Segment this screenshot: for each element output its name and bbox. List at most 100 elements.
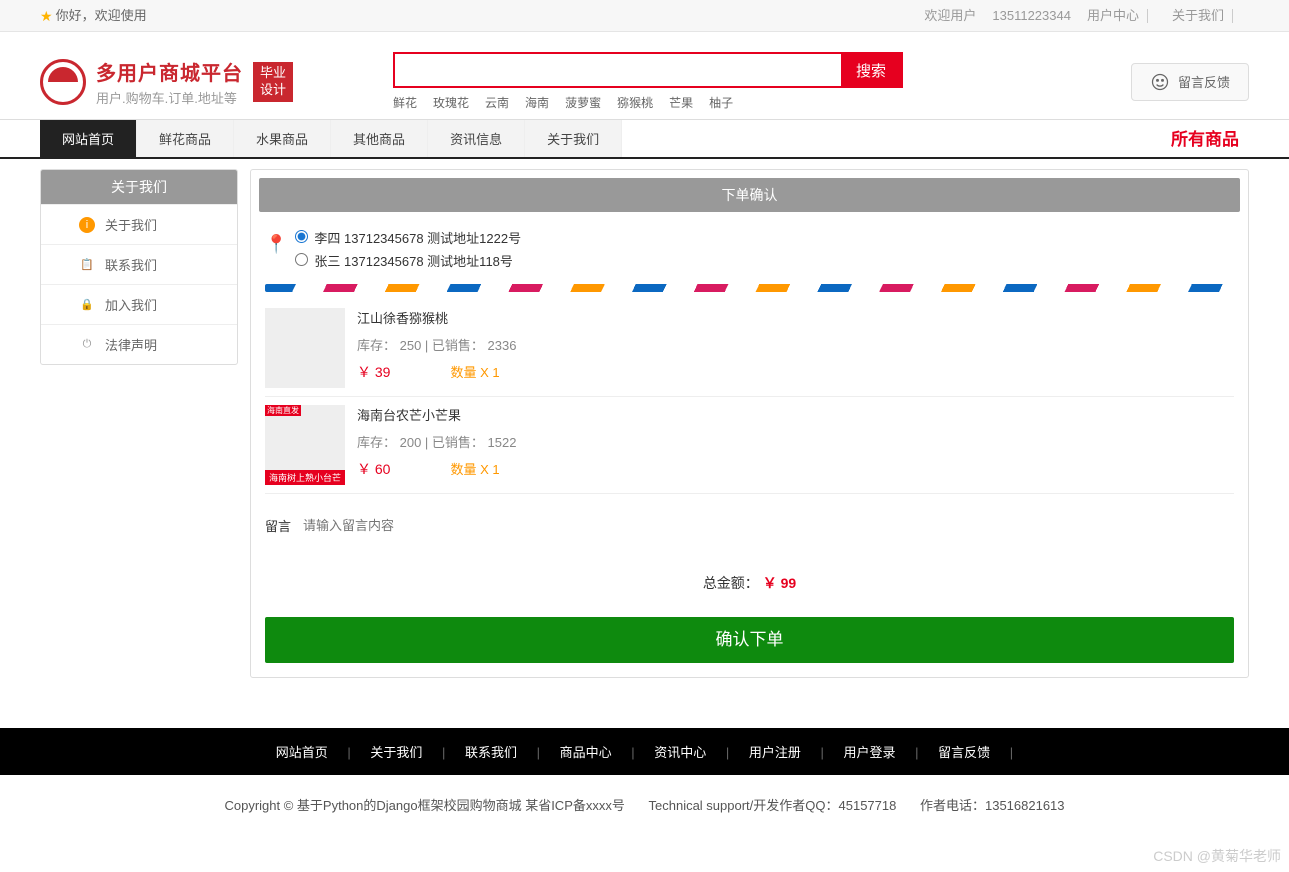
content: 下单确认 📍 李四 13712345678 测试地址1222号 张三 13712… [250,169,1249,678]
product-image[interactable] [265,308,345,388]
footer-link[interactable]: 用户登录 [836,745,904,760]
nav-item[interactable]: 其他商品 [331,120,428,157]
logo-subtitle: 用户.购物车.订单.地址等 [96,88,243,107]
info-icon: i [79,217,95,233]
topbar-left: ★ 你好，欢迎使用 [40,0,147,31]
product-row: 江山徐香猕猴桃库存： 250 | 已销售： 2336 ￥ 39 数量 X 1 [265,300,1234,397]
address-option-1[interactable]: 张三 13712345678 测试地址118号 [295,251,521,270]
header: 多用户商城平台 用户.购物车.订单.地址等 毕业 设计 搜索 鲜花 玫瑰花 云南 海南… [0,32,1289,119]
nav-item[interactable]: 关于我们 [525,120,622,157]
nav-item[interactable]: 网站首页 [40,120,137,157]
product-row: 海南台农芒小芒果库存： 200 | 已销售： 1522 ￥ 60 数量 X 1 [265,397,1234,494]
nav-item[interactable]: 资讯信息 [428,120,525,157]
hot-word[interactable]: 芒果 [669,96,693,110]
remark-row: 留言 [251,502,1248,549]
separator: | [809,745,836,760]
nav-item[interactable]: 鲜花商品 [137,120,234,157]
footer-link[interactable]: 关于我们 [362,745,430,760]
sidebar-title: 关于我们 [41,170,237,204]
separator: | [714,745,741,760]
watermark: CSDN @黄菊华老师 [1153,846,1281,866]
logo[interactable]: 多用户商城平台 用户.购物车.订单.地址等 毕业 设计 [40,57,293,107]
topbar: ★ 你好，欢迎使用 欢迎用户 13511223344 用户中心 关于我们 [0,0,1289,32]
product-stock: 库存： 250 | 已销售： 2336 [357,335,1234,354]
hot-word[interactable]: 云南 [485,96,509,110]
product-price: ￥ 60 [357,459,390,479]
user-center-link[interactable]: 用户中心 [1079,0,1147,32]
footer-link[interactable]: 留言反馈 [930,745,998,760]
product-price: ￥ 39 [357,362,390,382]
all-goods-link[interactable]: 所有商品 [1171,120,1239,157]
confirm-order-button[interactable]: 确认下单 [265,617,1234,663]
hot-words: 鲜花 玫瑰花 云南 海南 菠萝蜜 猕猴桃 芒果 柚子 [393,94,903,111]
product-qty: 数量 X 1 [450,459,499,479]
separator: | [998,745,1021,760]
footer-link[interactable]: 网站首页 [268,745,336,760]
logo-title: 多用户商城平台 [96,57,243,86]
footer-link[interactable]: 联系我们 [457,745,525,760]
order-title: 下单确认 [259,178,1240,212]
separator: | [620,745,647,760]
product-title[interactable]: 江山徐香猕猴桃 [357,308,1234,327]
footer-link[interactable]: 商品中心 [552,745,620,760]
copyright-3: 作者电话：13516821613 [920,798,1065,813]
divider-stripe [265,284,1234,292]
sidebar-item-legal[interactable]: ⏻法律声明 [41,324,237,364]
sidebar-item-about[interactable]: i关于我们 [41,204,237,244]
address-list: 李四 13712345678 测试地址1222号 张三 13712345678 … [295,224,521,274]
search-area: 搜索 鲜花 玫瑰花 云南 海南 菠萝蜜 猕猴桃 芒果 柚子 [393,52,903,111]
product-info: 海南台农芒小芒果库存： 200 | 已销售： 1522 ￥ 60 数量 X 1 [357,405,1234,485]
main-nav: 网站首页鲜花商品水果商品其他商品资讯信息关于我们 所有商品 [0,119,1289,159]
hot-word[interactable]: 猕猴桃 [617,96,653,110]
sidebar-item-contact[interactable]: 📋联系我们 [41,244,237,284]
product-title[interactable]: 海南台农芒小芒果 [357,405,1234,424]
address-radio-1[interactable] [295,253,308,266]
product-stock: 库存： 200 | 已销售： 1522 [357,432,1234,451]
copyright-1: Copyright © 基于Python的Django框架校园购物商城 某省IC… [224,798,624,813]
total-row: 总金额： ￥ 99 [251,549,1248,617]
star-icon: ★ [40,0,53,32]
sidebar-item-join[interactable]: 🔒加入我们 [41,284,237,324]
search-box: 搜索 [393,52,903,88]
location-icon: 📍 [265,234,287,255]
product-info: 江山徐香猕猴桃库存： 250 | 已销售： 2336 ￥ 39 数量 X 1 [357,308,1234,388]
address-block: 📍 李四 13712345678 测试地址1222号 张三 1371234567… [251,220,1248,284]
footer-link[interactable]: 用户注册 [741,745,809,760]
total-amount: ￥ 99 [763,575,796,591]
product-qty: 数量 X 1 [450,362,499,382]
user-phone[interactable]: 13511223344 [984,0,1079,32]
power-icon: ⏻ [79,337,95,353]
hot-word[interactable]: 海南 [525,96,549,110]
separator: | [430,745,457,760]
search-button[interactable]: 搜索 [841,54,901,86]
sidebar: 关于我们 i关于我们 📋联系我们 🔒加入我们 ⏻法律声明 [40,169,238,365]
about-link[interactable]: 关于我们 [1164,0,1232,32]
address-radio-0[interactable] [295,230,308,243]
address-option-0[interactable]: 李四 13712345678 测试地址1222号 [295,228,521,247]
remark-input[interactable] [301,512,1234,539]
topbar-right: 欢迎用户 13511223344 用户中心 关于我们 [916,0,1249,31]
total-label: 总金额： [703,575,759,591]
lock-icon: 🔒 [79,297,95,313]
welcome-text: 你好，欢迎使用 [56,0,147,32]
hot-word[interactable]: 柚子 [709,96,733,110]
footer-link[interactable]: 资讯中心 [646,745,714,760]
divider [1232,9,1249,23]
product-image[interactable] [265,405,345,485]
hot-word[interactable]: 鲜花 [393,96,417,110]
remark-label: 留言 [265,516,291,535]
footer-nav: 网站首页 | 关于我们 | 联系我们 | 商品中心 | 资讯中心 | 用户注册 … [0,728,1289,775]
separator: | [904,745,931,760]
hot-word[interactable]: 玫瑰花 [433,96,469,110]
copyright: Copyright © 基于Python的Django框架校园购物商城 某省IC… [0,775,1289,834]
nav-item[interactable]: 水果商品 [234,120,331,157]
main: 关于我们 i关于我们 📋联系我们 🔒加入我们 ⏻法律声明 下单确认 📍 李四 1… [0,159,1289,688]
search-input[interactable] [395,54,841,86]
logo-text: 多用户商城平台 用户.购物车.订单.地址等 [96,57,243,107]
copyright-2: Technical support/开发作者QQ：45157718 [649,798,897,813]
welcome-user-label: 欢迎用户 [916,0,984,32]
headset-icon [1150,72,1170,92]
logo-icon [40,59,86,105]
feedback-button[interactable]: 留言反馈 [1131,63,1249,101]
hot-word[interactable]: 菠萝蜜 [565,96,601,110]
